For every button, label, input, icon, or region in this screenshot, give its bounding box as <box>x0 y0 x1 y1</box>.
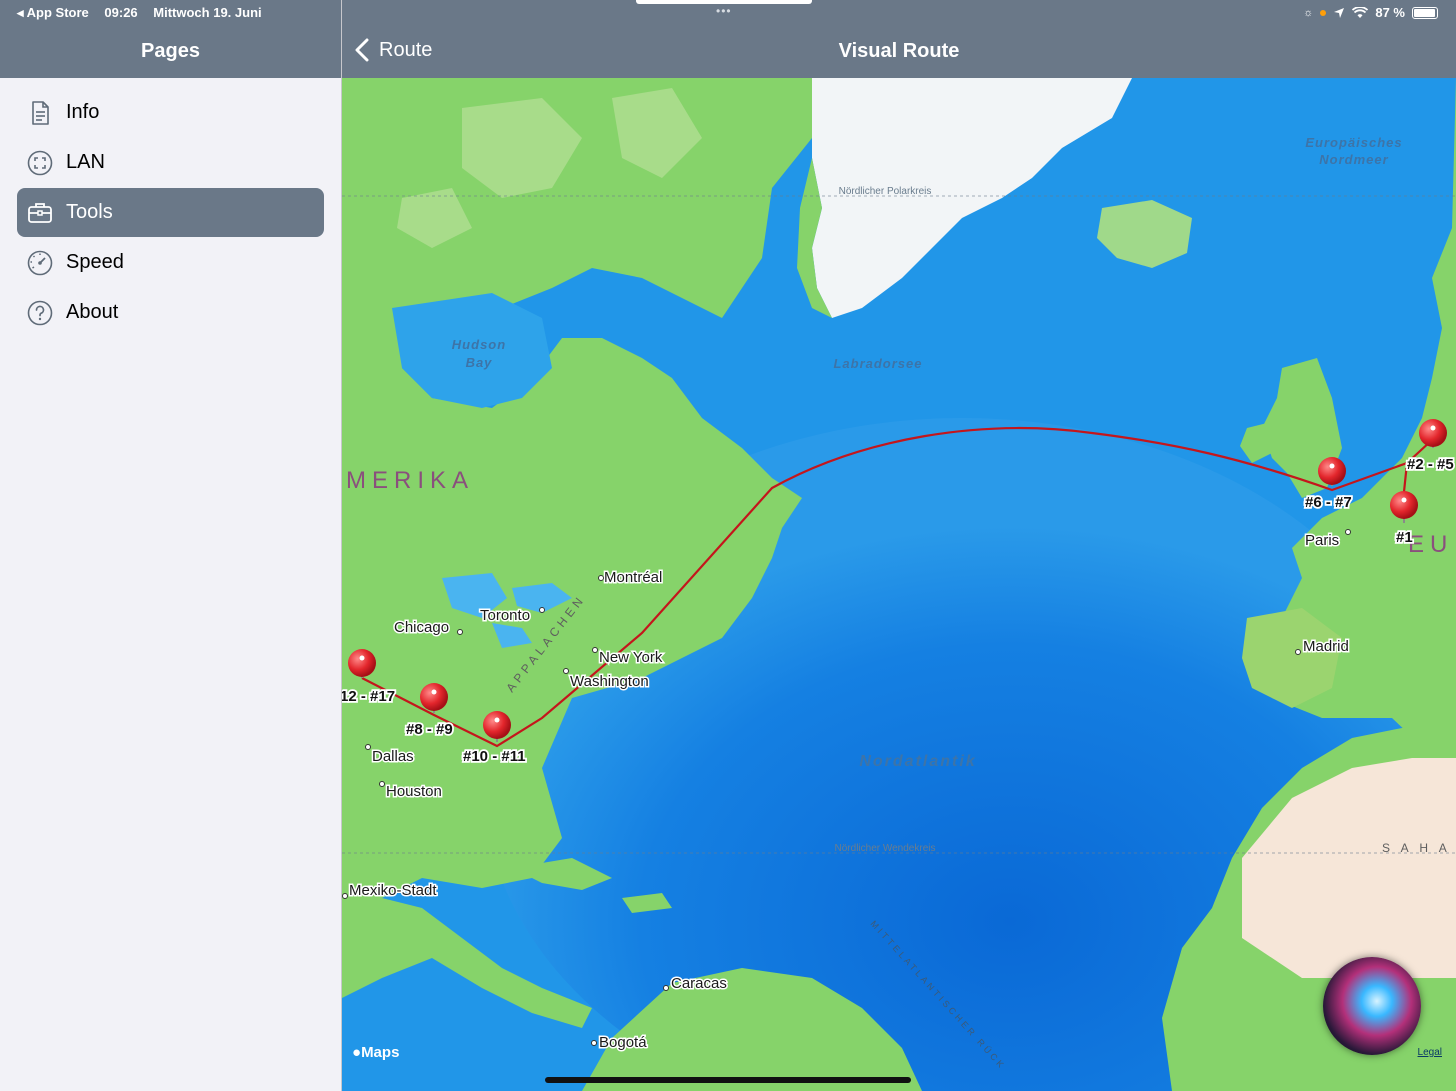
city-label: Caracas <box>671 975 727 992</box>
sidebar-item-label: Info <box>66 101 100 123</box>
city-dot <box>539 607 545 613</box>
status-left: ◂ App Store 09:26 Mittwoch 19. Juni <box>17 5 274 21</box>
brightness-icon: ☼ <box>1303 6 1314 19</box>
maps-attribution-label: Maps <box>361 1044 400 1061</box>
city-label: Paris <box>1305 532 1339 549</box>
water-label: Nordmeer <box>1319 152 1388 167</box>
water-label: Hudson <box>452 337 506 352</box>
continent-label: MERIKA <box>346 467 474 494</box>
status-date: Mittwoch 19. Juni <box>153 5 262 20</box>
page-title: Visual Route <box>838 40 960 62</box>
sidebar: Pages Info LAN Tools Speed About <box>0 0 342 1091</box>
city-label: Mexiko-Stadt <box>349 882 437 899</box>
map-canvas[interactable]: Europäisches Nordmeer Hudson Bay Labrado… <box>342 78 1456 1091</box>
city-dot <box>591 1040 597 1046</box>
continent-label: EU <box>1408 531 1453 558</box>
water-label: Nordatlantik <box>859 753 976 770</box>
city-dot <box>342 893 348 899</box>
pin-label: 12 - #17 <box>342 688 395 705</box>
city-dot <box>663 985 669 991</box>
sidebar-item-info[interactable]: Info <box>17 88 324 137</box>
sidebar-item-label: Speed <box>66 251 124 273</box>
question-icon <box>27 300 53 326</box>
sidebar-item-speed[interactable]: Speed <box>17 238 324 287</box>
water-label: Europäisches <box>1305 135 1402 150</box>
city-label: Madrid <box>1303 638 1349 655</box>
speedometer-icon <box>27 250 53 276</box>
document-icon <box>27 100 53 126</box>
maps-attribution[interactable]: ●Maps <box>352 1044 399 1061</box>
city-label: Montréal <box>604 569 662 586</box>
city-dot <box>1295 649 1301 655</box>
water-label: Bay <box>466 355 493 370</box>
pin-label: #8 - #9 <box>406 721 453 738</box>
briefcase-icon <box>27 200 53 226</box>
city-dot <box>379 781 385 787</box>
city-dot <box>457 629 463 635</box>
pin-label: #10 - #11 <box>463 748 526 765</box>
wifi-icon <box>1352 6 1369 18</box>
city-label: Bogotá <box>599 1034 647 1051</box>
status-time: 09:26 <box>104 5 138 20</box>
lan-icon <box>27 150 53 176</box>
sidebar-item-tools[interactable]: Tools <box>17 188 324 237</box>
city-label: Toronto <box>480 607 530 624</box>
sidebar-item-lan[interactable]: LAN <box>17 138 324 187</box>
city-dot <box>598 575 604 581</box>
sidebar-item-label: LAN <box>66 151 105 173</box>
pin-label: #2 - #5 <box>1407 456 1454 473</box>
status-right: ☼ 87 % <box>1303 5 1438 20</box>
region-label: S A H A <box>1382 841 1451 855</box>
home-indicator[interactable] <box>545 1077 911 1083</box>
back-to-app-store[interactable]: ◂ App Store <box>17 5 89 20</box>
city-label: Houston <box>386 783 442 800</box>
tropic-label: Nördlicher Wendekreis <box>835 843 936 854</box>
city-dot <box>365 744 371 750</box>
main-panel: Route Visual Route Europäisches Nordmeer… <box>342 0 1456 1091</box>
city-dot <box>592 647 598 653</box>
multitask-dots-icon[interactable]: ••• <box>716 4 732 18</box>
city-label: Washington <box>570 673 649 690</box>
city-label: Chicago <box>394 619 449 636</box>
water-label: Labradorsee <box>833 356 922 371</box>
apple-logo-icon: ● <box>352 1044 362 1061</box>
legal-link[interactable]: Legal <box>1418 1047 1442 1058</box>
battery-percent: 87 % <box>1375 5 1405 20</box>
city-label: New York <box>599 649 663 666</box>
city-label: Dallas <box>372 748 414 765</box>
sidebar-item-label: About <box>66 301 119 323</box>
map-view[interactable]: Europäisches Nordmeer Hudson Bay Labrado… <box>342 78 1456 1091</box>
sidebar-title: Pages <box>141 40 200 62</box>
sidebar-item-about[interactable]: About <box>17 288 324 337</box>
location-icon <box>1334 7 1345 18</box>
sidebar-item-label: Tools <box>66 201 113 223</box>
sidebar-menu: Info LAN Tools Speed About <box>17 88 324 338</box>
pin-label: #6 - #7 <box>1305 494 1352 511</box>
city-dot <box>563 668 569 674</box>
pin-label: #1 <box>1396 529 1413 546</box>
battery-icon <box>1412 6 1438 19</box>
arctic-circle-label: Nördlicher Polarkreis <box>839 186 932 197</box>
city-dot <box>1345 529 1351 535</box>
mic-indicator-icon <box>1320 9 1327 16</box>
siri-orb-icon[interactable] <box>1323 957 1421 1055</box>
